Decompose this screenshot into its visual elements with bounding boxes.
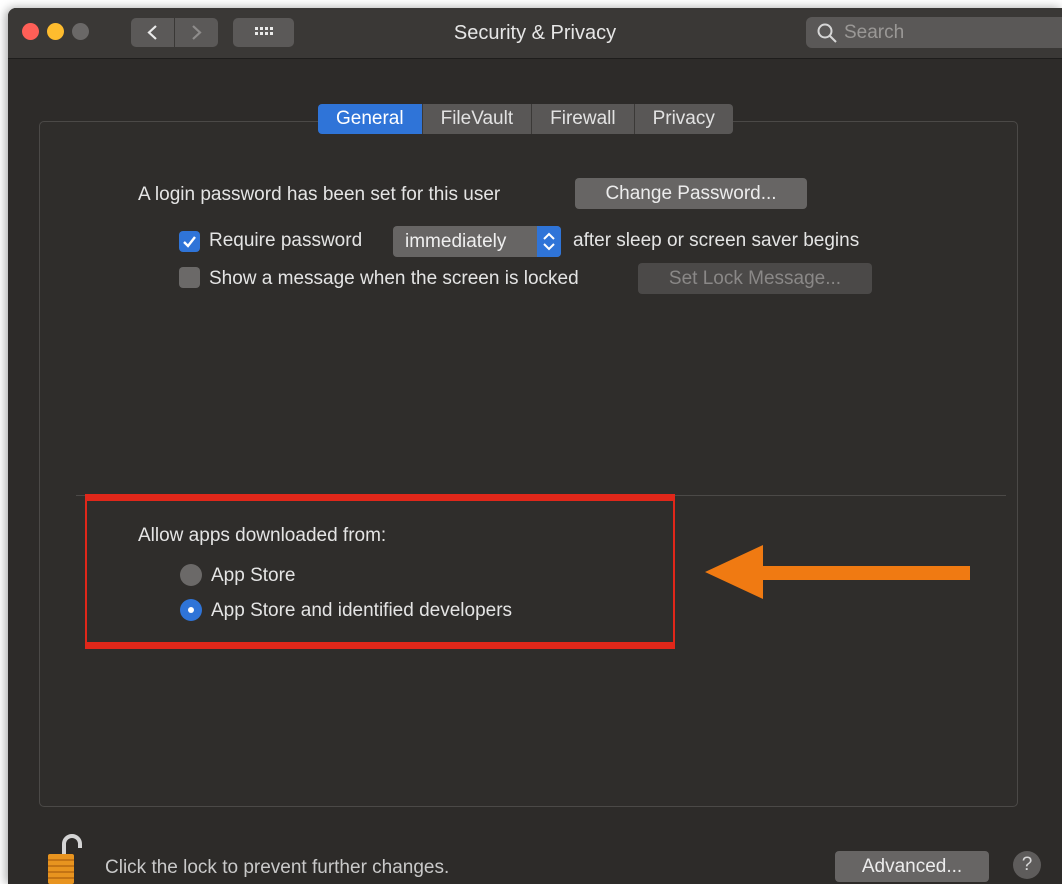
- set-lock-message-button[interactable]: Set Lock Message...: [638, 263, 872, 294]
- require-password-suffix: after sleep or screen saver begins: [573, 230, 860, 251]
- lock-status-text: Click the lock to prevent further change…: [105, 857, 450, 878]
- title-bar: Security & Privacy Search: [8, 8, 1062, 59]
- require-password-delay-value: immediately: [405, 231, 507, 252]
- highlight-box: [85, 494, 675, 649]
- show-message-checkbox[interactable]: [179, 267, 200, 288]
- tab-filevault[interactable]: FileVault: [422, 104, 533, 134]
- tab-firewall[interactable]: Firewall: [532, 104, 635, 134]
- tab-bar: General FileVault Firewall Privacy: [318, 104, 733, 134]
- stepper-arrows-icon: [537, 226, 561, 257]
- require-password-checkbox[interactable]: [179, 231, 200, 252]
- search-icon: [817, 23, 837, 43]
- tab-general[interactable]: General: [318, 104, 423, 134]
- change-password-button[interactable]: Change Password...: [575, 178, 807, 209]
- tab-privacy[interactable]: Privacy: [634, 104, 733, 134]
- show-message-label: Show a message when the screen is locked: [209, 268, 579, 289]
- security-privacy-window: Security & Privacy Search General FileVa…: [8, 8, 1062, 884]
- checkmark-icon: [183, 236, 196, 248]
- arrow-left-icon: [705, 545, 970, 599]
- require-password-label: Require password: [209, 230, 363, 251]
- help-button[interactable]: ?: [1013, 851, 1041, 879]
- unlocked-padlock-icon[interactable]: [46, 832, 82, 884]
- require-password-delay-select[interactable]: immediately: [393, 226, 561, 257]
- search-field[interactable]: Search: [806, 17, 1062, 48]
- general-panel: [39, 121, 1018, 807]
- search-placeholder: Search: [844, 22, 905, 43]
- advanced-button[interactable]: Advanced...: [835, 851, 989, 882]
- login-password-text: A login password has been set for this u…: [138, 184, 501, 205]
